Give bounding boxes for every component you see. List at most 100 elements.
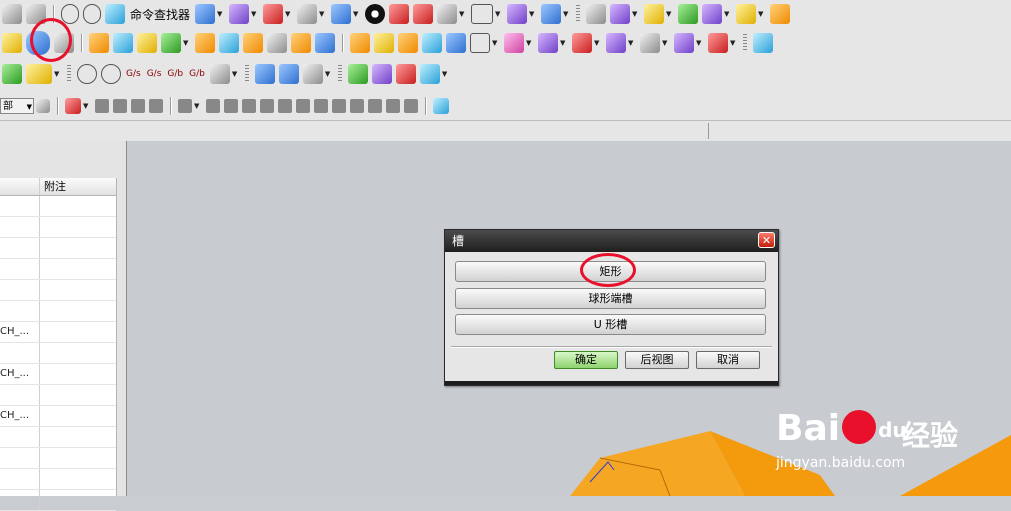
table-row[interactable]: [0, 196, 116, 217]
view-orient-icon[interactable]: [437, 4, 458, 24]
chevron-down-icon[interactable]: ▼: [628, 39, 634, 47]
table-row[interactable]: [0, 469, 116, 490]
shell-icon[interactable]: [219, 33, 239, 53]
draft-icon[interactable]: [422, 33, 442, 53]
chevron-down-icon[interactable]: ▼: [696, 39, 702, 47]
chevron-down-icon[interactable]: ▼: [232, 70, 238, 78]
chevron-down-icon[interactable]: ▼: [495, 10, 501, 18]
constraint-list-icon[interactable]: [209, 64, 230, 84]
pad-icon[interactable]: [89, 33, 109, 53]
boss-icon[interactable]: [113, 33, 133, 53]
chevron-down-icon[interactable]: ▼: [353, 10, 359, 18]
line-snap-icon[interactable]: [242, 99, 256, 113]
circle-snap-icon[interactable]: [332, 99, 346, 113]
analysis-icon[interactable]: [644, 4, 665, 24]
table-row[interactable]: CH_...: [0, 322, 116, 343]
unite-icon[interactable]: [504, 33, 524, 53]
u-groove-button[interactable]: U 形槽: [455, 314, 766, 335]
spring-icon[interactable]: [278, 64, 299, 84]
snap-icon[interactable]: [702, 4, 723, 24]
view-cube-icon[interactable]: [433, 98, 449, 114]
check-mark-icon[interactable]: [347, 64, 368, 84]
copy-icon[interactable]: [2, 4, 22, 24]
check-geometry-icon[interactable]: [678, 4, 699, 24]
filter-icon[interactable]: [36, 99, 50, 113]
cylinder-icon[interactable]: [195, 4, 216, 24]
text-icon[interactable]: [26, 64, 52, 84]
dialog-titlebar[interactable]: 槽 ✕: [445, 230, 778, 252]
toolbar-grip[interactable]: [576, 5, 581, 23]
move-tool-icon[interactable]: [229, 4, 250, 24]
table-row[interactable]: [0, 217, 116, 238]
section-dropdown[interactable]: 部 ▼: [0, 98, 34, 114]
chevron-down-icon[interactable]: ▼: [594, 39, 600, 47]
expression-icon[interactable]: [2, 64, 22, 84]
drafting-icon[interactable]: [770, 4, 791, 24]
assembly-tree-icon[interactable]: [371, 64, 392, 84]
replace-face-icon[interactable]: [674, 33, 694, 53]
chevron-down-icon[interactable]: ▼: [666, 10, 672, 18]
selection-scope-icon[interactable]: [65, 98, 81, 114]
toolbar-grip[interactable]: [743, 34, 747, 52]
chevron-down-icon[interactable]: ▼: [83, 102, 89, 110]
arc-snap-icon[interactable]: [278, 99, 292, 113]
offset-face-icon[interactable]: [267, 33, 287, 53]
extrude-icon[interactable]: [243, 33, 263, 53]
snap-face-icon[interactable]: [113, 99, 127, 113]
table-row[interactable]: CH_...: [0, 406, 116, 427]
sketch-icon[interactable]: [2, 33, 22, 53]
display-mode-icon[interactable]: [365, 4, 386, 24]
intersect-icon[interactable]: [572, 33, 592, 53]
background-color-icon[interactable]: [471, 4, 494, 24]
column-header-name[interactable]: [0, 178, 40, 195]
chevron-down-icon[interactable]: ▼: [563, 10, 569, 18]
table-row[interactable]: [0, 280, 116, 301]
chevron-down-icon[interactable]: ▼: [526, 39, 532, 47]
split-body-icon[interactable]: [470, 33, 490, 53]
toolbar-grip[interactable]: [67, 65, 71, 83]
tangent-snap-icon[interactable]: [260, 99, 274, 113]
chevron-down-icon[interactable]: ▼: [662, 39, 668, 47]
cross-snap-icon[interactable]: [350, 99, 364, 113]
datum-point-icon[interactable]: [161, 33, 181, 53]
revolve-icon[interactable]: [291, 33, 311, 53]
quadrant-snap-icon[interactable]: [296, 99, 310, 113]
shaded-view-icon[interactable]: [331, 4, 352, 24]
table-row[interactable]: [0, 448, 116, 469]
command-finder-icon[interactable]: [105, 4, 125, 24]
section-box-icon[interactable]: [389, 4, 410, 24]
undo-icon[interactable]: [61, 4, 79, 24]
coordinate-axes-icon[interactable]: [419, 64, 440, 84]
continuity-label[interactable]: G/b: [167, 69, 183, 79]
ball-end-groove-button[interactable]: 球形端槽: [455, 288, 766, 309]
chevron-down-icon[interactable]: ▼: [758, 10, 764, 18]
endpoint-snap-icon[interactable]: [206, 99, 220, 113]
continuity-label[interactable]: G/b: [189, 69, 205, 79]
chevron-down-icon[interactable]: ▼: [492, 39, 498, 47]
snap-curve-icon[interactable]: [131, 99, 145, 113]
chevron-down-icon[interactable]: ▼: [285, 10, 291, 18]
sew-icon[interactable]: [708, 33, 728, 53]
sketch-arc-icon[interactable]: [101, 64, 121, 84]
face-point-icon[interactable]: [404, 99, 418, 113]
point-on-curve-icon[interactable]: [386, 99, 400, 113]
fit-view-icon[interactable]: [263, 4, 284, 24]
trim-body-icon[interactable]: [446, 33, 466, 53]
intersection-snap-icon[interactable]: [368, 99, 382, 113]
zoom-icon[interactable]: [297, 4, 318, 24]
chamfer-icon[interactable]: [374, 33, 394, 53]
surface-icon[interactable]: [753, 33, 773, 53]
tool-path-icon[interactable]: [302, 64, 323, 84]
back-button[interactable]: 后视图: [625, 351, 689, 369]
table-row[interactable]: [0, 238, 116, 259]
close-button[interactable]: ✕: [758, 232, 775, 248]
chevron-down-icon[interactable]: ▼: [459, 10, 465, 18]
table-icon[interactable]: [395, 64, 416, 84]
box-select-icon[interactable]: [178, 99, 192, 113]
chevron-down-icon[interactable]: ▼: [251, 10, 257, 18]
redo-icon[interactable]: [83, 4, 101, 24]
measure-icon[interactable]: [610, 4, 631, 24]
chevron-down-icon[interactable]: ▼: [325, 70, 331, 78]
chevron-down-icon[interactable]: ▼: [529, 10, 535, 18]
info-list-icon[interactable]: [586, 4, 607, 24]
